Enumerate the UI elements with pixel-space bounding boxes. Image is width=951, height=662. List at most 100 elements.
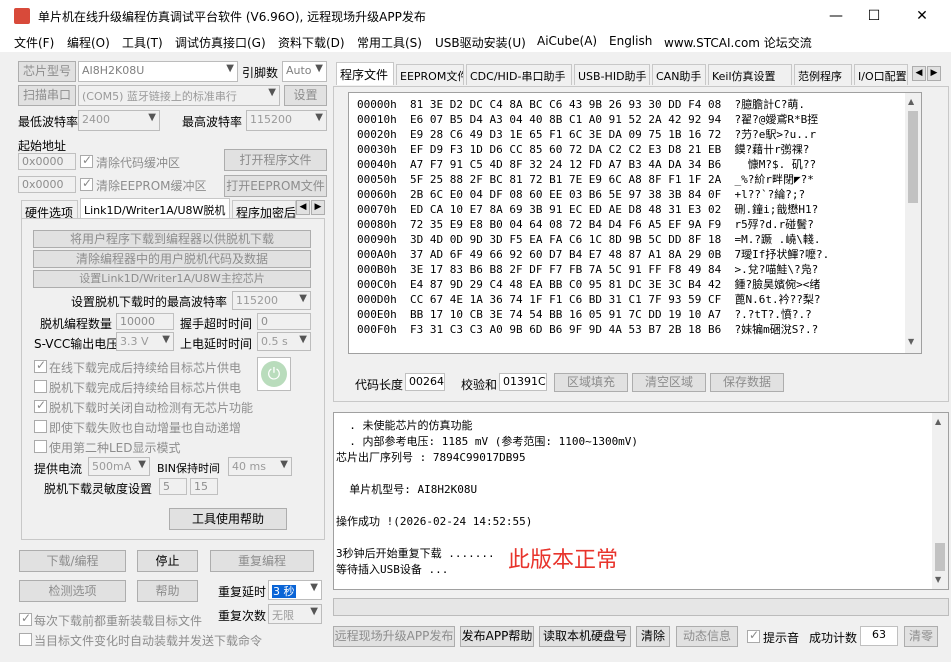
menu-common-tools[interactable]: 常用工具(S) xyxy=(357,34,422,51)
tab-scroll-right-icon[interactable]: ▶ xyxy=(311,200,325,215)
tab-io-config[interactable]: I/O口配置 xyxy=(854,64,908,85)
log-scrollbar[interactable]: ▲ ▼ xyxy=(932,413,948,589)
reset-count-button[interactable]: 清零 xyxy=(904,626,938,647)
tab-eeprom-file[interactable]: EEPROM文件 xyxy=(396,64,464,85)
supply-current-select[interactable]: 500mA ▼ xyxy=(88,457,150,476)
menu-debug[interactable]: 调试仿真接口(G) xyxy=(175,34,266,51)
stop-button[interactable]: 停止 xyxy=(137,550,198,572)
hex-scrollbar[interactable]: ▲ ▼ xyxy=(905,93,921,353)
output-log[interactable]: . 未使能芯片的仿真功能 . 内部参考电压: 1185 mV (参考范围: 11… xyxy=(333,412,949,590)
help-button[interactable]: 帮助 xyxy=(137,580,198,602)
scroll-down-icon[interactable]: ▼ xyxy=(935,575,941,584)
serial-port-select[interactable]: (COM5) 蓝牙链接上的标准串行 ▼ xyxy=(78,85,280,106)
download-to-programmer-button[interactable]: 将用户程序下载到编程器以供脱机下载 xyxy=(33,230,311,248)
power-toggle[interactable]: ⏻ xyxy=(257,357,291,391)
beep-checkbox[interactable] xyxy=(747,628,760,643)
offline-power-checkbox[interactable] xyxy=(34,380,47,393)
scroll-thumb[interactable] xyxy=(908,111,918,203)
reload-file-checkbox[interactable] xyxy=(19,611,32,626)
sensitivity-input-1[interactable]: 5 xyxy=(159,478,187,495)
menu-english[interactable]: English xyxy=(609,34,652,48)
chip-model-button[interactable]: 芯片型号 xyxy=(18,61,76,82)
hex-row: 00070h ED CA 10 E7 8A 69 3B 91 EC ED AE … xyxy=(357,203,819,216)
bin-hold-value: 40 ms xyxy=(232,460,266,473)
sensitivity-input-2[interactable]: 15 xyxy=(190,478,218,495)
menu-program[interactable]: 编程(O) xyxy=(67,34,110,51)
handshake-timeout-input[interactable]: 0 xyxy=(257,313,311,330)
menu-file[interactable]: 文件(F) xyxy=(14,34,54,51)
maximize-button[interactable]: ☐ xyxy=(856,4,892,28)
led-mode-checkbox[interactable] xyxy=(34,440,47,453)
clear-log-button[interactable]: 清除 xyxy=(636,626,670,647)
svcc-voltage-value: 3.3 V xyxy=(120,335,149,348)
publish-app-button[interactable]: 远程现场升级APP发布 xyxy=(333,626,455,647)
settings-button[interactable]: 设置 xyxy=(284,85,327,106)
menu-aicube[interactable]: AiCube(A) xyxy=(537,34,597,48)
power-on-delay-label: 上电延时时间 xyxy=(180,337,253,351)
chevron-down-icon: ▼ xyxy=(315,63,323,74)
max-baud-select[interactable]: 115200 ▼ xyxy=(246,110,327,131)
clear-region-button[interactable]: 清空区域 xyxy=(632,373,706,392)
fill-region-button[interactable]: 区域填充 xyxy=(554,373,628,392)
clear-eeprom-checkbox[interactable] xyxy=(80,176,93,191)
dynamic-info-button[interactable]: 动态信息 xyxy=(676,626,738,647)
menu-download[interactable]: 资料下载(D) xyxy=(278,34,345,51)
right-tab-scroll-right-icon[interactable]: ▶ xyxy=(927,66,941,81)
tab-scroll-left-icon[interactable]: ◀ xyxy=(296,200,310,215)
eeprom-address-input[interactable]: 0x0000 xyxy=(18,176,76,193)
minimize-button[interactable]: — xyxy=(818,4,854,28)
online-power-checkbox[interactable] xyxy=(34,358,47,373)
auto-increment-checkbox[interactable] xyxy=(34,420,47,433)
tab-offline[interactable]: Link1D/Writer1A/U8W脱机 xyxy=(80,198,230,218)
offline-max-baud-select[interactable]: 115200 ▼ xyxy=(232,291,311,310)
tab-hardware-options[interactable]: 硬件选项 xyxy=(21,200,78,218)
disable-detect-checkbox[interactable] xyxy=(34,398,47,413)
checksum-value: 01391C xyxy=(499,373,547,391)
code-address-input[interactable]: 0x0000 xyxy=(18,153,76,170)
min-baud-select[interactable]: 2400 ▼ xyxy=(78,110,160,131)
menu-forum-link[interactable]: www.STCAI.com 论坛交流 xyxy=(664,34,812,51)
tab-program-file[interactable]: 程序文件 xyxy=(336,62,394,85)
menu-tools[interactable]: 工具(T) xyxy=(122,34,163,51)
right-tab-scroll-left-icon[interactable]: ◀ xyxy=(912,66,926,81)
set-master-chip-button[interactable]: 设置Link1D/Writer1A/U8W主控芯片 xyxy=(33,270,311,288)
offline-count-input[interactable]: 10000 xyxy=(116,313,174,330)
tab-encrypt[interactable]: 程序加密后 xyxy=(232,200,296,218)
hex-editor[interactable]: 00000h 81 3E D2 DC C4 8A BC C6 43 9B 26 … xyxy=(348,92,922,354)
repeat-count-select[interactable]: 无限 ▼ xyxy=(268,604,322,624)
tab-examples[interactable]: 范例程序 xyxy=(794,64,852,85)
menu-usb-driver[interactable]: USB驱动安装(U) xyxy=(435,34,526,51)
scroll-up-icon[interactable]: ▲ xyxy=(935,417,941,426)
pin-count-select[interactable]: Auto ▼ xyxy=(282,61,327,82)
auto-send-checkbox[interactable] xyxy=(19,633,32,646)
tab-serial-assistant[interactable]: CDC/HID-串口助手 xyxy=(466,64,572,85)
open-eeprom-file-button[interactable]: 打开EEPROM文件 xyxy=(224,175,327,197)
open-program-file-button[interactable]: 打开程序文件 xyxy=(224,149,327,171)
power-icon: ⏻ xyxy=(261,361,287,387)
close-button[interactable]: ✕ xyxy=(904,4,940,28)
clear-code-checkbox[interactable] xyxy=(80,153,93,168)
tab-can[interactable]: CAN助手 xyxy=(652,64,706,85)
tab-usb-hid[interactable]: USB-HID助手 xyxy=(574,64,650,85)
scroll-up-icon[interactable]: ▲ xyxy=(908,97,914,106)
scroll-down-icon[interactable]: ▼ xyxy=(908,337,914,346)
repeat-program-button[interactable]: 重复编程 xyxy=(210,550,314,572)
read-disk-button[interactable]: 读取本机硬盘号 xyxy=(539,626,631,647)
power-on-delay-select[interactable]: 0.5 s ▼ xyxy=(257,332,311,351)
chip-model-select[interactable]: AI8H2K08U ▼ xyxy=(78,61,238,82)
bin-hold-select[interactable]: 40 ms ▼ xyxy=(228,457,292,476)
publish-help-button[interactable]: 发布APP帮助 xyxy=(460,626,534,647)
tool-help-button[interactable]: 工具使用帮助 xyxy=(169,508,287,530)
svcc-voltage-select[interactable]: 3.3 V ▼ xyxy=(116,332,174,351)
start-address-label: 起始地址 xyxy=(18,139,67,153)
check-options-button[interactable]: 检测选项 xyxy=(19,580,126,602)
hex-row: 000A0h 37 AD 6F 49 66 92 60 D7 B4 E7 48 … xyxy=(357,248,830,261)
tab-keil-settings[interactable]: Keil仿真设置 xyxy=(708,64,792,85)
repeat-delay-select[interactable]: 3 秒 ▼ xyxy=(268,580,322,600)
save-data-button[interactable]: 保存数据 xyxy=(710,373,784,392)
scan-port-button[interactable]: 扫描串口 xyxy=(18,85,76,106)
scroll-thumb[interactable] xyxy=(935,543,945,571)
download-program-button[interactable]: 下载/编程 xyxy=(19,550,126,572)
clear-eeprom-label: 清除EEPROM缓冲区 xyxy=(96,179,207,193)
clear-programmer-button[interactable]: 清除编程器中的用户脱机代码及数据 xyxy=(33,250,311,268)
